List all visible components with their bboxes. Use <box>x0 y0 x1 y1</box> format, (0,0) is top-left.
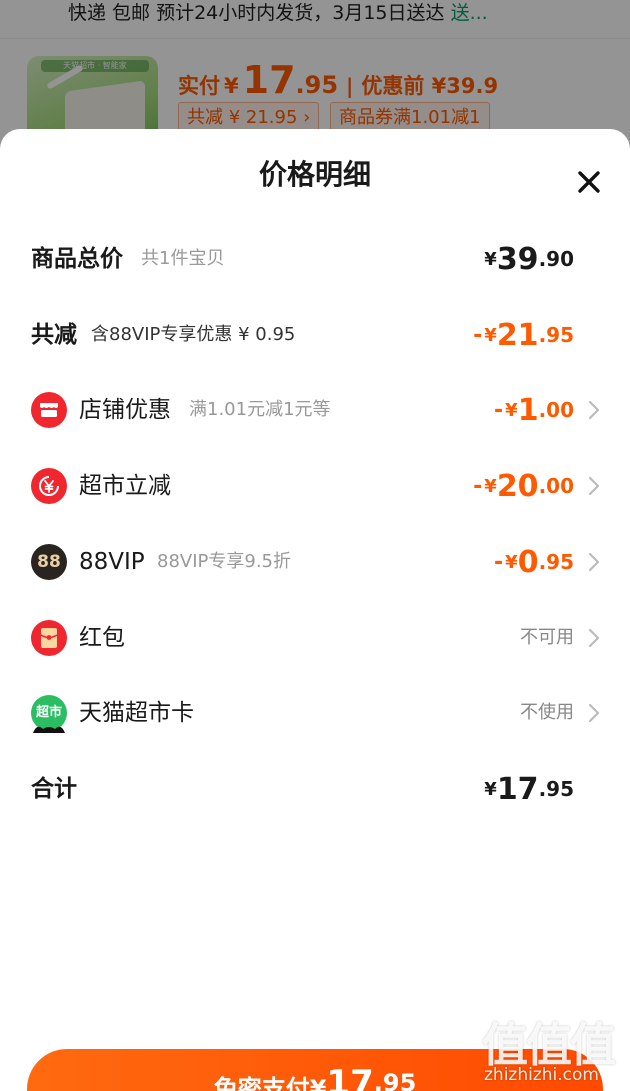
close-button[interactable] <box>570 163 608 201</box>
yen-symbol: ¥ <box>484 248 497 270</box>
page: 快递 包邮 预计24小时内发货，3月15日送达 送... 天猫超市 · 智能家 … <box>0 0 630 1091</box>
88vip-icon: 88 <box>31 544 67 580</box>
row-amount: ¥ 39 .90 <box>484 231 574 287</box>
pay-button-label: 免密支付¥ <box>213 1075 327 1091</box>
pay-button-integer: 17 <box>326 1063 374 1091</box>
row-market-discount[interactable]: 超市立减 - ¥ 20 .00 <box>0 458 630 514</box>
row-status: 不使用 <box>520 702 574 723</box>
minus-sign: - <box>473 322 483 348</box>
cat-ears-glyph <box>33 726 65 733</box>
row-label: 88VIP <box>79 549 145 575</box>
amount-integer: 1 <box>517 392 539 428</box>
amount-decimal: .00 <box>538 474 574 498</box>
row-label: 合计 <box>31 776 77 802</box>
yen-glyph <box>39 476 59 496</box>
amount-integer: 0 <box>517 544 539 580</box>
amount-integer: 17 <box>496 771 539 807</box>
row-total-reduction: 共减 含88VIP专享优惠 ¥ 0.95 - ¥ 21 .95 <box>0 307 630 363</box>
row-sum: 合计 ¥ 17 .95 <box>0 761 630 817</box>
market-card-icon-text: 超市 <box>35 704 62 720</box>
amount-integer: 39 <box>496 241 539 277</box>
yen-symbol: ¥ <box>484 324 497 346</box>
row-amount: ¥ 17 .95 <box>484 761 574 817</box>
row-label: 共减 <box>31 322 77 348</box>
store-icon <box>31 392 67 428</box>
row-label: 天猫超市卡 <box>79 700 194 726</box>
yen-symbol: ¥ <box>505 399 518 421</box>
watermark: 值值值 zhizhizhi.com <box>478 1005 628 1091</box>
pay-button-decimal: .95 <box>373 1069 417 1091</box>
chevron-right-icon <box>588 552 600 572</box>
chevron-right-icon <box>588 628 600 648</box>
row-label: 红包 <box>79 625 125 651</box>
minus-sign: - <box>494 549 504 575</box>
row-label: 商品总价 <box>31 246 123 272</box>
close-icon <box>578 171 600 193</box>
store-glyph <box>40 403 58 417</box>
row-label: 超市立减 <box>79 473 171 499</box>
row-amount: - ¥ 21 .95 <box>473 307 574 363</box>
row-total-price: 商品总价 共1件宝贝 ¥ 39 .90 <box>0 231 630 287</box>
amount-decimal: .95 <box>538 777 574 801</box>
tmall-market-card-icon: 超市 <box>31 695 67 733</box>
row-subtext: 88VIP专享9.5折 <box>157 551 292 572</box>
88vip-icon-text: 88 <box>37 552 61 572</box>
yen-symbol: ¥ <box>505 551 518 573</box>
row-subtext: 满1.01元减1元等 <box>189 399 331 420</box>
amount-decimal: .95 <box>538 550 574 574</box>
price-detail-sheet: 价格明细 商品总价 共1件宝贝 ¥ 39 .90 共减 含88VIP专享优惠 ¥… <box>0 129 630 1091</box>
minus-sign: - <box>473 473 483 499</box>
yen-discount-icon <box>31 468 67 504</box>
row-subtext: 含88VIP专享优惠 ¥ 0.95 <box>91 324 296 345</box>
chevron-right-icon <box>588 400 600 420</box>
amount-decimal: .00 <box>538 398 574 422</box>
row-amount: - ¥ 0 .95 <box>494 534 574 590</box>
amount-integer: 20 <box>496 468 539 504</box>
sheet-title: 价格明细 <box>258 158 371 191</box>
amount-integer: 21 <box>496 317 539 353</box>
row-subtext: 共1件宝贝 <box>141 248 225 269</box>
row-amount: - ¥ 1 .00 <box>494 382 574 438</box>
row-88vip-discount[interactable]: 88 88VIP 88VIP专享9.5折 - ¥ 0 .95 <box>0 534 630 590</box>
row-shop-discount[interactable]: 店铺优惠 满1.01元减1元等 - ¥ 1 .00 <box>0 382 630 438</box>
red-envelope-icon <box>31 620 67 656</box>
row-status: 不可用 <box>520 627 574 648</box>
yen-symbol: ¥ <box>484 475 497 497</box>
chevron-right-icon <box>588 476 600 496</box>
amount-decimal: .90 <box>538 247 574 271</box>
amount-decimal: .95 <box>538 323 574 347</box>
envelope-glyph <box>40 628 58 648</box>
chevron-right-icon <box>588 703 600 723</box>
row-red-packet[interactable]: 红包 不可用 <box>0 610 630 666</box>
row-label: 店铺优惠 <box>79 397 171 423</box>
row-tmall-market-card[interactable]: 超市 天猫超市卡 不使用 <box>0 685 630 741</box>
row-amount: - ¥ 20 .00 <box>473 458 574 514</box>
yen-symbol: ¥ <box>484 778 497 800</box>
minus-sign: - <box>494 397 504 423</box>
watermark-url: zhizhizhi.com <box>484 1065 599 1085</box>
